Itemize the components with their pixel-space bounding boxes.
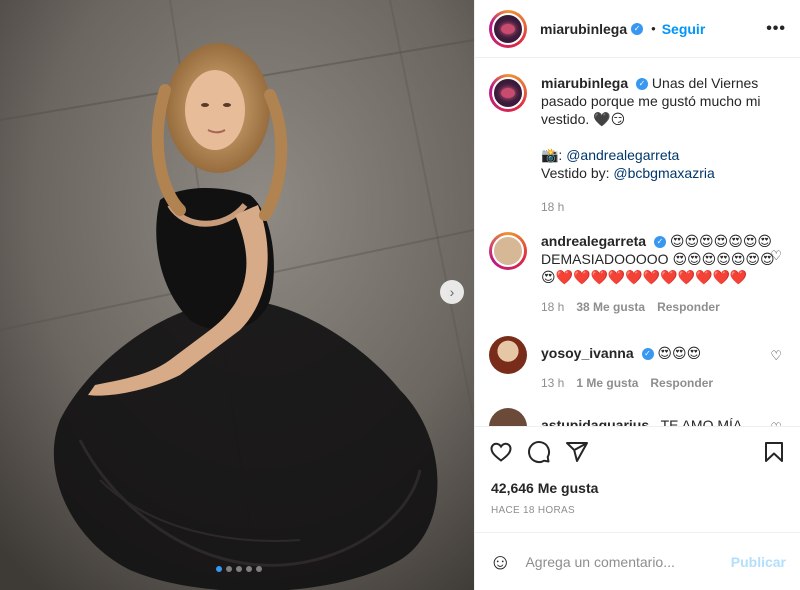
carousel-next-button[interactable]: › [440,280,464,304]
add-comment-bar: ☺ Publicar [475,532,800,590]
comment-username[interactable]: yosoy_ivanna [541,345,634,361]
verified-badge-icon: ✓ [631,22,644,35]
reply-button[interactable]: Responder [650,374,713,392]
author-username[interactable]: miarubinlega [540,21,627,37]
photo-credit-label: 📸: [541,147,567,163]
carousel-dot [256,566,262,572]
photo-credit-mention[interactable]: @andrealegarreta [566,147,679,163]
comment-text: TE AMO MÍA [660,417,743,426]
caption-username[interactable]: miarubinlega [541,75,628,91]
more-options-icon[interactable]: ••• [766,20,786,38]
comment-likes[interactable]: 38 Me gusta [576,298,645,316]
post-image [0,0,474,590]
carousel-indicator [216,566,262,572]
caption-avatar[interactable] [489,74,527,112]
verified-badge-icon: ✓ [653,236,666,249]
heart-icon[interactable] [489,440,513,464]
comment-likes[interactable]: 1 Me gusta [576,374,638,392]
emoji-icon[interactable]: ☺ [489,549,511,575]
comment-avatar[interactable] [489,408,527,426]
bookmark-icon[interactable] [762,440,786,464]
separator-dot: • [651,21,656,36]
likes-count[interactable]: 42,646 Me gusta [491,480,598,496]
comment-item: andrealegarreta ✓ 😍😍😍😍😍😍😍 DEMASIADOOOOO … [489,232,786,316]
caption: miarubinlega ✓ Unas del Viernes pasado p… [489,74,786,216]
comment-text: 😍😍😍 [657,345,702,361]
post-actions-bar [475,426,800,476]
comment-timestamp[interactable]: 13 h [541,374,564,392]
comment-icon[interactable] [527,440,551,464]
comment-username[interactable]: andrealegarreta [541,233,646,249]
post-photo[interactable]: › [0,0,474,590]
author-avatar[interactable] [489,9,527,48]
comment-avatar[interactable] [489,232,527,270]
post-side-panel: miarubinlega ✓ • Seguir ••• miarubinlega… [474,0,800,590]
post-age[interactable]: HACE 18 HORAS [491,505,575,516]
publish-button[interactable]: Publicar [731,554,786,570]
dress-credit-label: Vestido by: [541,165,614,181]
comments-list[interactable]: miarubinlega ✓ Unas del Viernes pasado p… [475,58,800,426]
comment-username[interactable]: astupidaquarius_ [541,417,657,426]
comment-item: astupidaquarius_ TE AMO MÍA ♡ [489,408,786,426]
share-icon[interactable] [565,440,589,464]
dress-credit-mention[interactable]: @bcbgmaxazria [613,165,714,181]
reply-button[interactable]: Responder [657,298,720,316]
comment-like-heart-icon[interactable]: ♡ [770,348,782,364]
comment-like-heart-icon[interactable]: ♡ [770,248,782,264]
comment-timestamp[interactable]: 18 h [541,298,564,316]
verified-badge-icon: ✓ [636,78,649,91]
follow-button[interactable]: Seguir [662,21,706,37]
comment-item: yosoy_ivanna ✓ 😍😍😍 13 h 1 Me gusta Respo… [489,336,786,392]
post-header: miarubinlega ✓ • Seguir ••• [475,0,800,58]
verified-badge-icon: ✓ [641,348,654,361]
carousel-dot [226,566,232,572]
caption-timestamp[interactable]: 18 h [541,198,564,216]
comment-input[interactable] [525,553,731,570]
carousel-dot [216,566,222,572]
carousel-dot [236,566,242,572]
carousel-dot [246,566,252,572]
comment-avatar[interactable] [489,336,527,374]
